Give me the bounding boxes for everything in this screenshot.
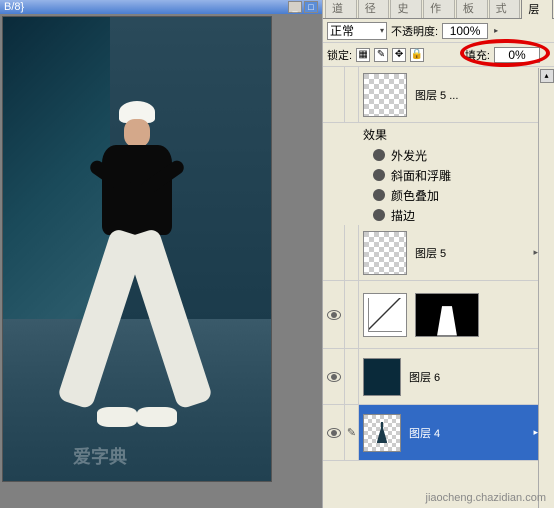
link-toggle[interactable]: ✎ bbox=[345, 405, 359, 460]
watermark-url: jiaocheng.chazidian.com bbox=[426, 492, 546, 504]
fx-bevel[interactable]: 斜面和浮雕 bbox=[323, 165, 554, 185]
layer-thumbnail[interactable] bbox=[363, 358, 401, 396]
link-toggle[interactable] bbox=[345, 67, 359, 122]
fx-icon bbox=[373, 189, 385, 201]
lock-all-icon[interactable]: 🔒 bbox=[410, 48, 424, 62]
adjustment-thumbnail[interactable] bbox=[363, 293, 407, 337]
layer-row-layer4-selected[interactable]: ✎ 图层 4 ▸ ◐ bbox=[323, 405, 554, 461]
lock-fill-row: 锁定: ▦ ✎ ✥ 🔒 填充: 0% ▸ bbox=[323, 43, 554, 67]
link-toggle[interactable] bbox=[345, 281, 359, 348]
lock-pixels-icon[interactable]: ✎ bbox=[374, 48, 388, 62]
tab-channels[interactable]: 通道 bbox=[325, 0, 357, 18]
lock-transparency-icon[interactable]: ▦ bbox=[356, 48, 370, 62]
fx-icon bbox=[373, 209, 385, 221]
document-title: B/8} bbox=[4, 1, 24, 13]
eye-icon bbox=[327, 372, 341, 382]
layer-name: 图层 4 bbox=[405, 425, 440, 441]
layer-name: 图层 5 bbox=[411, 245, 446, 261]
minimize-button[interactable]: _ bbox=[288, 1, 302, 13]
fx-outer-glow[interactable]: 外发光 bbox=[323, 145, 554, 165]
watermark-logo: 爱字典 bbox=[73, 443, 127, 469]
layer-thumbnail[interactable] bbox=[363, 73, 407, 117]
layer-row-layer6[interactable]: 图层 6 bbox=[323, 349, 554, 405]
tab-styles[interactable]: 样式 bbox=[489, 0, 521, 18]
blend-mode-select[interactable]: 正常 ▾ bbox=[327, 22, 387, 40]
panels-dock: 通道 路径 历史 动作 色板 样式 图层 正常 ▾ 不透明度: 100% ▸ 锁… bbox=[322, 0, 554, 508]
window-buttons: _ □ bbox=[288, 1, 318, 13]
fx-color-overlay[interactable]: 颜色叠加 bbox=[323, 185, 554, 205]
scrollbar[interactable]: ▴ bbox=[538, 68, 554, 508]
layer-mask-thumbnail[interactable] bbox=[415, 293, 479, 337]
layer-row-layer5copy[interactable]: 图层 5 ... ▾ bbox=[323, 67, 554, 123]
eye-icon bbox=[327, 310, 341, 320]
layer-row-layer5[interactable]: 图层 5 ▸ ◐ bbox=[323, 225, 554, 281]
tab-actions[interactable]: 动作 bbox=[423, 0, 455, 18]
fill-label: 填充: bbox=[465, 47, 490, 63]
brush-icon: ✎ bbox=[347, 426, 356, 439]
visibility-toggle[interactable] bbox=[323, 405, 345, 460]
fx-icon bbox=[373, 149, 385, 161]
document-canvas[interactable]: 爱字典 bbox=[2, 16, 272, 482]
link-toggle[interactable] bbox=[345, 225, 359, 280]
fill-flyout-icon[interactable]: ▸ bbox=[546, 50, 550, 59]
lock-label: 锁定: bbox=[327, 47, 352, 63]
blend-opacity-row: 正常 ▾ 不透明度: 100% ▸ bbox=[323, 19, 554, 43]
tab-paths[interactable]: 路径 bbox=[358, 0, 390, 18]
scroll-up-button[interactable]: ▴ bbox=[540, 69, 554, 83]
tab-swatches[interactable]: 色板 bbox=[456, 0, 488, 18]
blend-mode-value: 正常 bbox=[330, 22, 354, 39]
panel-tabs: 通道 路径 历史 动作 色板 样式 图层 bbox=[323, 0, 554, 19]
tab-history[interactable]: 历史 bbox=[390, 0, 422, 18]
layer-thumbnail[interactable] bbox=[363, 231, 407, 275]
image-subject bbox=[57, 101, 217, 441]
opacity-label: 不透明度: bbox=[391, 23, 438, 39]
eye-icon bbox=[327, 428, 341, 438]
layer-name: 图层 5 ... bbox=[411, 87, 458, 103]
lock-position-icon[interactable]: ✥ bbox=[392, 48, 406, 62]
fx-icon bbox=[373, 169, 385, 181]
document-titlebar: B/8} _ □ bbox=[0, 0, 322, 14]
link-toggle[interactable] bbox=[345, 349, 359, 404]
layer-thumbnail[interactable] bbox=[363, 414, 401, 452]
visibility-toggle[interactable] bbox=[323, 225, 345, 280]
chevron-down-icon: ▾ bbox=[380, 26, 384, 35]
layer-row-curves-adjustment[interactable] bbox=[323, 281, 554, 349]
visibility-toggle[interactable] bbox=[323, 67, 345, 122]
layers-list: 图层 5 ... ▾ 效果 外发光 斜面和浮雕 颜色叠加 描边 图层 5 ▸ ◐ bbox=[323, 67, 554, 507]
effects-header[interactable]: 效果 bbox=[323, 123, 554, 145]
maximize-button[interactable]: □ bbox=[304, 1, 318, 13]
opacity-input[interactable]: 100% bbox=[442, 23, 488, 39]
layer-name: 图层 6 bbox=[405, 369, 440, 385]
visibility-toggle[interactable] bbox=[323, 349, 345, 404]
tab-layers[interactable]: 图层 bbox=[521, 0, 553, 19]
fill-input[interactable]: 0% bbox=[494, 47, 540, 63]
fx-stroke[interactable]: 描边 bbox=[323, 205, 554, 225]
canvas-area: 爱字典 bbox=[0, 14, 322, 508]
visibility-toggle[interactable] bbox=[323, 281, 345, 348]
opacity-flyout-icon[interactable]: ▸ bbox=[494, 26, 498, 35]
